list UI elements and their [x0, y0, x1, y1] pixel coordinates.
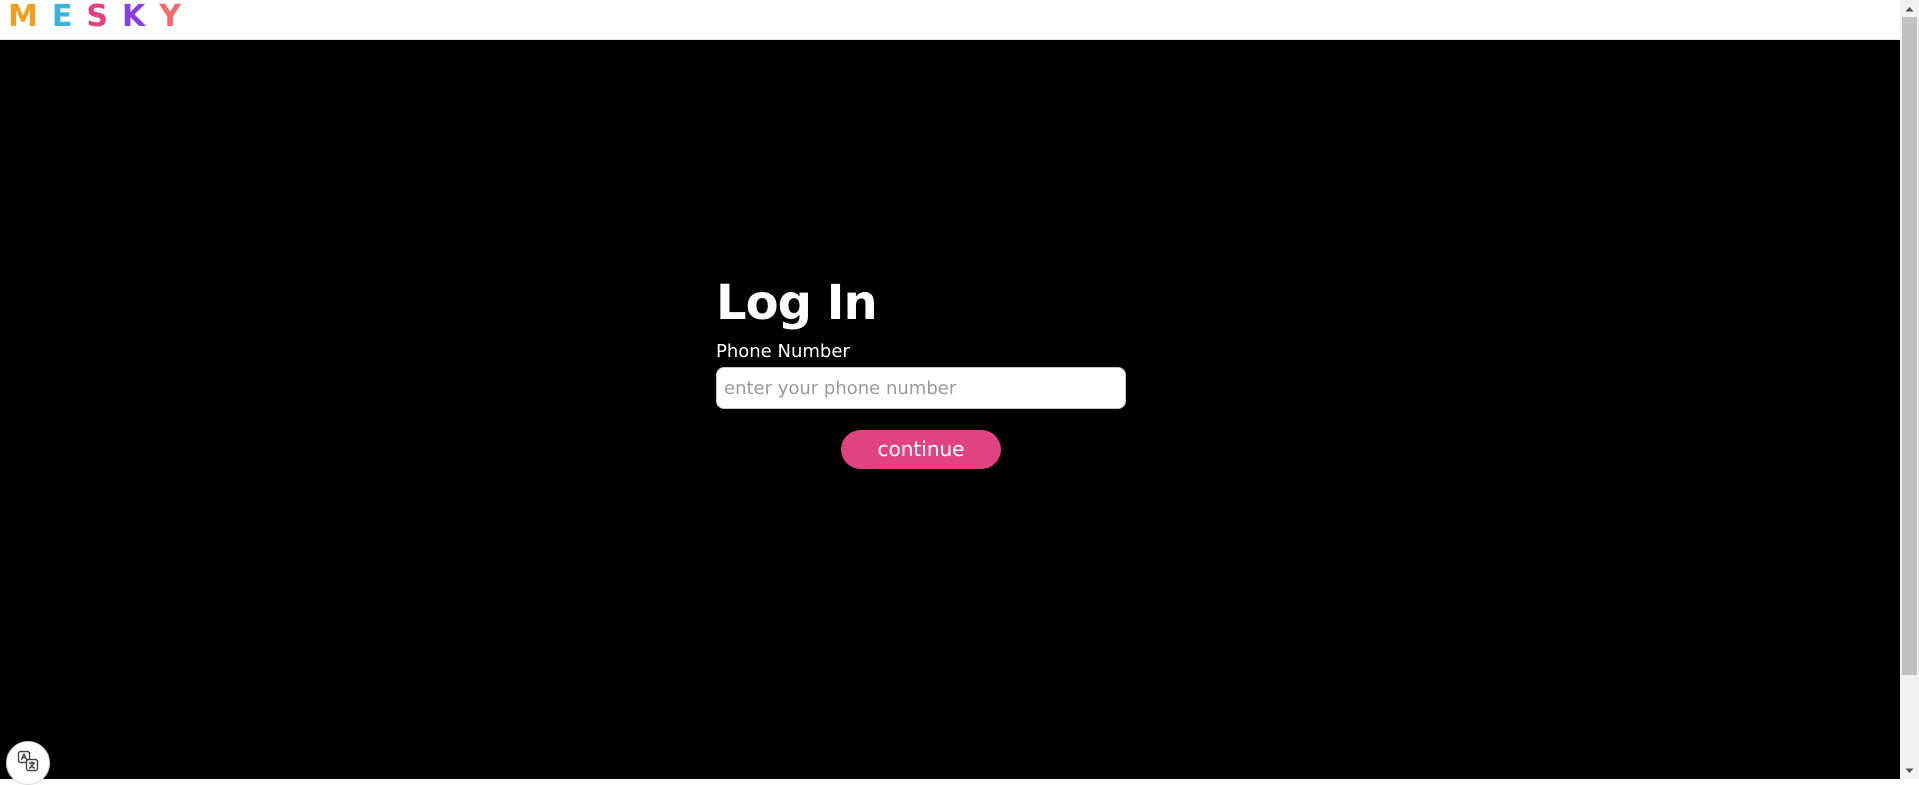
translate-button[interactable] [6, 741, 50, 785]
logo-letter-s: S [86, 0, 112, 34]
logo-letter-e: E [51, 0, 77, 34]
continue-button[interactable]: continue [841, 430, 1001, 469]
logo-letter-m: M [8, 0, 42, 34]
scrollbar-thumb[interactable] [1902, 17, 1917, 675]
translate-icon [16, 749, 40, 777]
mesky-logo[interactable]: M E S K Y [8, 0, 185, 34]
page-title: Log In [716, 275, 878, 331]
scroll-down-arrow-icon[interactable] [1900, 762, 1919, 779]
phone-number-input[interactable] [716, 367, 1126, 409]
top-bar: M E S K Y [0, 0, 1900, 40]
login-form: Log In Phone Number continue [716, 270, 1126, 469]
logo-letter-k: K [121, 0, 150, 34]
scroll-up-arrow-icon[interactable] [1900, 0, 1919, 17]
logo-letter-y: Y [159, 0, 185, 34]
vertical-scrollbar[interactable] [1900, 0, 1919, 779]
phone-number-label: Phone Number [716, 341, 850, 362]
